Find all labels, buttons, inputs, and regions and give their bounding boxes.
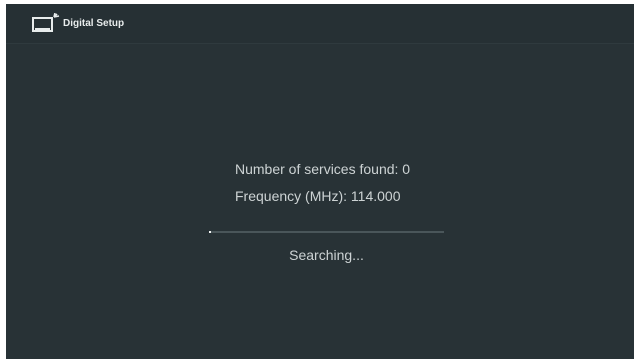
services-found-text: Number of services found: 0 — [235, 161, 411, 177]
tv-antenna-icon — [32, 13, 60, 32]
scan-progress-fill — [209, 231, 212, 233]
header-bar: Digital Setup — [6, 4, 634, 44]
frequency-text: Frequency (MHz): 114.000 — [235, 188, 401, 204]
header-title: Digital Setup — [63, 18, 125, 29]
digital-setup-screen: Digital Setup Number of services found: … — [6, 4, 634, 359]
scan-progress-bar — [209, 231, 444, 233]
search-status-text: Searching... — [289, 247, 364, 263]
